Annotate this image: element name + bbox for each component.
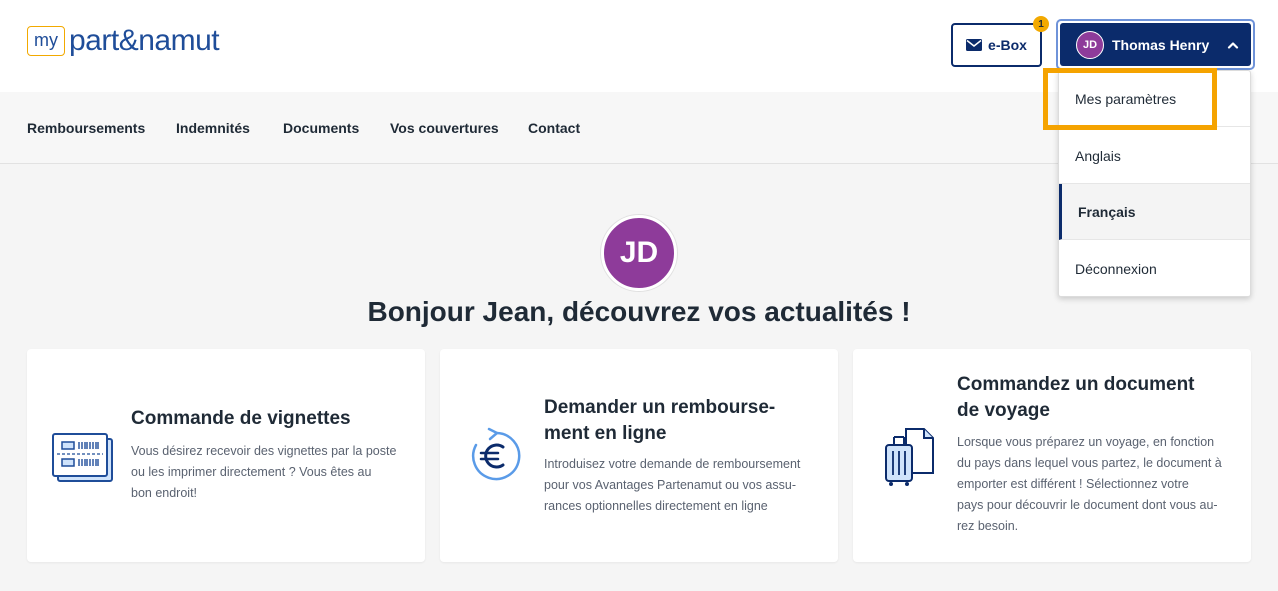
card-title-line: ment en ligne <box>544 423 667 444</box>
menu-item-francais[interactable]: Français <box>1059 184 1250 240</box>
logo-text: part&namut <box>69 24 220 57</box>
menu-item-anglais[interactable]: Anglais <box>1059 128 1250 184</box>
card-desc-line: ou les imprimer directement ? Vous êtes … <box>131 465 372 479</box>
card-desc-line: Introduisez votre demande de rembourseme… <box>544 457 801 471</box>
card-desc-line: pays pour découvrir le document dont vou… <box>957 498 1218 512</box>
nav-item-remboursements[interactable]: Remboursements <box>27 120 145 136</box>
card-title-line: Demander un rembourse- <box>544 397 776 418</box>
euro-refresh-icon <box>471 427 521 481</box>
profile-avatar: JD <box>601 215 677 291</box>
envelope-icon <box>966 39 983 51</box>
card-vignettes[interactable]: Commande de vignettes Vous désirez recev… <box>27 349 425 562</box>
user-dropdown-menu: Mes paramètres Anglais Français Déconnex… <box>1058 70 1251 297</box>
menu-item-deconnexion[interactable]: Déconnexion <box>1059 241 1250 297</box>
card-title: Commandez un document de voyage <box>957 372 1195 424</box>
user-name: Thomas Henry <box>1112 36 1210 53</box>
card-desc-line: rez besoin. <box>957 519 1019 533</box>
card-title: Demander un rembourse- ment en ligne <box>544 395 775 447</box>
nav-item-documents[interactable]: Documents <box>283 120 359 136</box>
page-title: Bonjour Jean, découvrez vos actualités ! <box>367 296 911 327</box>
ebox-badge: 1 <box>1033 16 1049 32</box>
nav-item-indemnites[interactable]: Indemnités <box>176 120 250 136</box>
nav-item-vos-couvertures[interactable]: Vos couvertures <box>390 120 499 136</box>
card-desc-line: Lorsque vous préparez un voyage, en fonc… <box>957 435 1215 449</box>
card-desc-line: Vous désirez recevoir des vignettes par … <box>131 444 397 458</box>
card-desc-line: bon endroit! <box>131 486 198 500</box>
card-title-line: Commandez un document <box>957 374 1195 395</box>
logo-my: my <box>27 26 65 56</box>
card-description: Vous désirez recevoir des vignettes par … <box>131 441 396 504</box>
chevron-up-icon <box>1228 41 1239 49</box>
stickers-icon <box>52 433 113 482</box>
card-desc-line: pour vos Avantages Partenamut ou vos ass… <box>544 478 797 492</box>
card-title-line: de voyage <box>957 400 1050 421</box>
card-desc-line: du pays dans lequel vous partez, le docu… <box>957 456 1222 470</box>
nav-item-contact[interactable]: Contact <box>528 120 580 136</box>
card-description: Lorsque vous préparez un voyage, en fonc… <box>957 432 1222 537</box>
card-description: Introduisez votre demande de rembourseme… <box>544 454 800 517</box>
avatar: JD <box>1076 30 1104 59</box>
luggage-document-icon <box>885 428 934 486</box>
card-remboursement[interactable]: Demander un rembourse- ment en ligne Int… <box>440 349 838 562</box>
ebox-label: e-Box <box>988 37 1027 53</box>
card-title: Commande de vignettes <box>131 408 351 429</box>
card-desc-line: rances optionnelles directement en ligne <box>544 499 768 513</box>
ebox-button[interactable]: e-Box <box>951 23 1042 67</box>
menu-item-mes-parametres[interactable]: Mes paramètres <box>1059 71 1250 127</box>
card-document-voyage[interactable]: Commandez un document de voyage Lorsque … <box>853 349 1251 562</box>
user-menu-button[interactable]: JD Thomas Henry <box>1056 19 1255 70</box>
logo[interactable]: my part&namut <box>27 24 220 57</box>
card-desc-line: emporter est différent ! Sélectionnez vo… <box>957 477 1189 491</box>
